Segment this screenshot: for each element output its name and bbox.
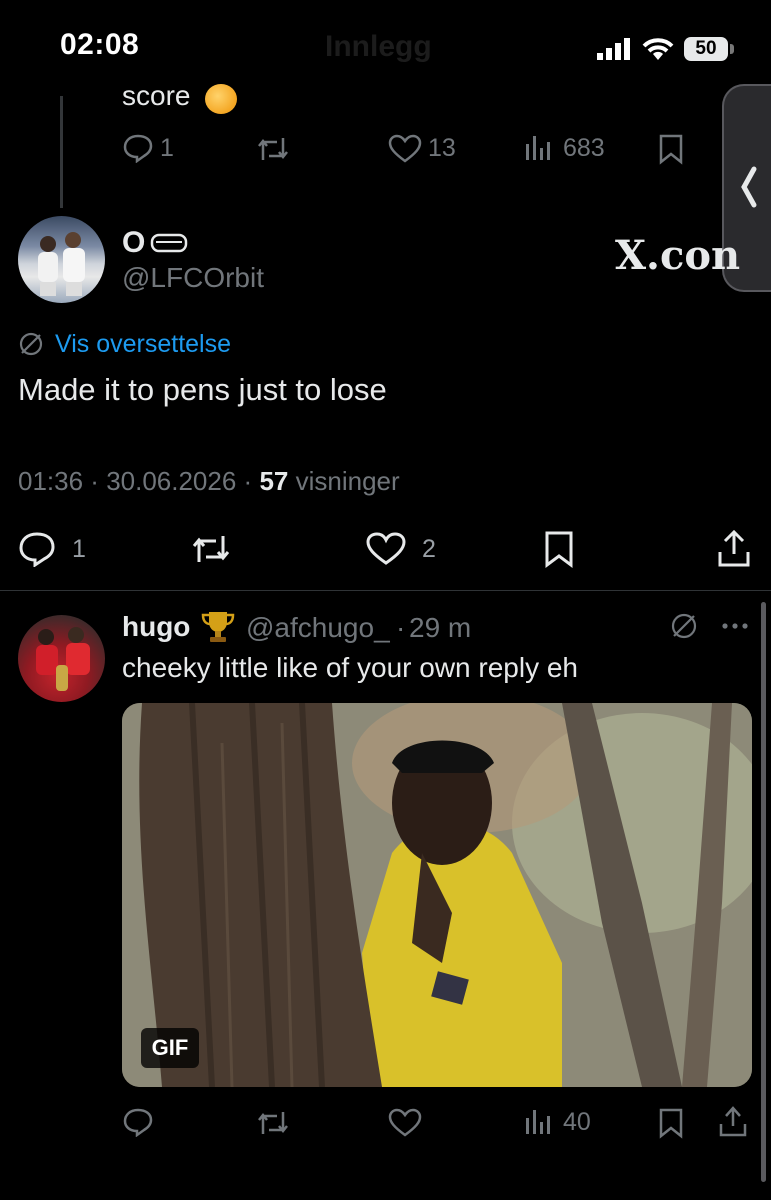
avatar[interactable] — [18, 216, 105, 303]
prev-like-count: 13 — [428, 134, 456, 162]
signal-icon — [597, 38, 631, 60]
author-name[interactable]: O — [122, 226, 145, 260]
share-icon[interactable] — [718, 1106, 748, 1138]
globe-slash-icon — [18, 331, 44, 357]
x-brand-text: X.con — [615, 232, 741, 279]
avatar[interactable] — [18, 615, 105, 702]
battery-tip — [730, 44, 734, 54]
reply-icon[interactable] — [18, 531, 56, 567]
globe-slash-icon — [670, 612, 698, 640]
views-icon[interactable] — [524, 1108, 552, 1136]
reply-age: 29 m — [409, 612, 472, 643]
more-options-icon[interactable] — [721, 622, 749, 630]
thread-line — [60, 96, 63, 208]
bookmark-icon[interactable] — [658, 133, 684, 165]
views-count: 57 — [259, 466, 289, 496]
reply-text: cheeky little like of your own reply eh — [122, 652, 578, 683]
like-count: 2 — [422, 535, 436, 563]
repost-icon[interactable] — [190, 532, 232, 566]
show-translation-link[interactable]: Vis oversettelse — [55, 330, 231, 359]
repost-icon[interactable] — [255, 1108, 291, 1138]
views-label[interactable]: visninger — [296, 466, 400, 496]
views-icon[interactable] — [524, 134, 552, 162]
scrollbar[interactable] — [761, 602, 766, 1182]
reply-author-name[interactable]: hugo — [122, 611, 190, 643]
reply-separator: · — [396, 612, 406, 643]
reply-count: 1 — [72, 535, 86, 563]
status-time: 02:08 — [60, 28, 140, 61]
chevron-left-icon[interactable] — [738, 165, 760, 209]
like-icon[interactable] — [388, 1108, 422, 1138]
reply-icon[interactable] — [122, 1107, 154, 1137]
reply-icon[interactable] — [122, 133, 154, 163]
gif-media[interactable] — [122, 703, 752, 1087]
prev-view-count: 683 — [563, 134, 605, 162]
wifi-icon — [641, 36, 675, 62]
reply-view-count: 40 — [563, 1108, 591, 1136]
shush-emoji-icon — [205, 84, 237, 114]
trophy-icon — [200, 608, 236, 644]
prev-post-text: score — [122, 80, 191, 111]
header-title: Innlegg — [325, 30, 432, 63]
author-handle[interactable]: @LFCOrbit — [122, 262, 264, 294]
bookmark-icon[interactable] — [658, 1107, 684, 1139]
reply-author-handle[interactable]: @afchugo_ — [246, 612, 390, 644]
divider — [0, 590, 771, 591]
bookmark-icon[interactable] — [543, 530, 575, 568]
battery-indicator: 50 — [684, 37, 728, 61]
gif-badge: GIF — [141, 1028, 199, 1068]
post-time: 01:36 — [18, 466, 84, 496]
like-icon[interactable] — [388, 134, 422, 164]
vr-goggles-icon — [150, 232, 188, 254]
post-date: 30.06.2026 — [106, 466, 237, 496]
repost-icon[interactable] — [255, 134, 291, 164]
like-icon[interactable] — [366, 532, 406, 566]
post-text: Made it to pens just to lose — [18, 372, 387, 407]
share-icon[interactable] — [716, 530, 752, 568]
prev-reply-count: 1 — [160, 134, 174, 162]
post-meta: 01:36 · 30.06.2026 · 57 visninger — [18, 466, 400, 496]
